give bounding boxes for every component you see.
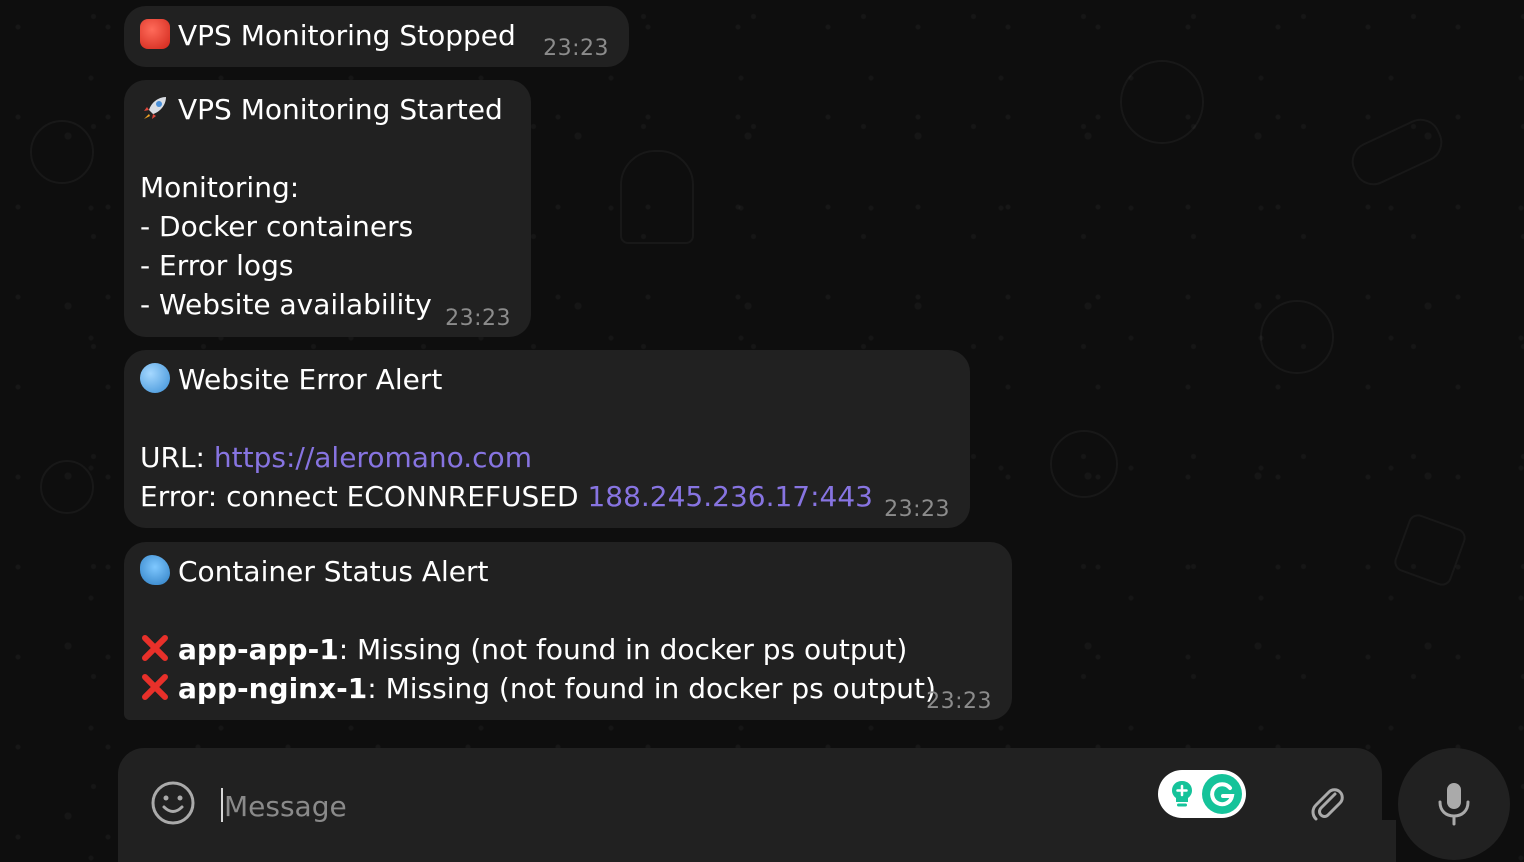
message-text: VPS Monitoring Stopped	[140, 16, 613, 55]
message-line: - Docker containers	[140, 210, 414, 243]
wallpaper-doodle	[1120, 60, 1204, 144]
message-title: Website Error Alert	[178, 363, 443, 396]
paperclip-icon	[1311, 788, 1344, 821]
smiley-icon	[151, 781, 195, 825]
globe-icon	[140, 363, 170, 393]
website-link[interactable]: https://aleromano.com	[214, 441, 532, 474]
voice-record-button[interactable]	[1398, 748, 1510, 860]
wallpaper-doodle	[1260, 300, 1334, 374]
wallpaper-doodle	[620, 150, 694, 244]
message-title: VPS Monitoring Started	[178, 93, 503, 126]
rocket-icon	[140, 93, 170, 123]
message-time: 23:23	[445, 306, 511, 331]
wallpaper-doodle	[40, 460, 94, 514]
chat-history[interactable]: VPS Monitoring Stopped 23:23 VPS Monitor…	[0, 0, 1524, 862]
cross-mark-icon	[140, 633, 170, 663]
microphone-icon	[1438, 783, 1470, 826]
wallpaper-doodle	[30, 120, 94, 184]
message-title: Container Status Alert	[178, 555, 489, 588]
wallpaper-doodle	[1345, 112, 1449, 192]
wallpaper-doodle	[1050, 430, 1118, 498]
message-time: 23:23	[543, 36, 609, 61]
message-bubble-container-status[interactable]: Container Status Alert app-app-1: Missin…	[124, 542, 1012, 720]
emoji-button[interactable]	[150, 780, 196, 826]
wallpaper-doodle	[1391, 511, 1469, 589]
message-title-line: VPS Monitoring Started	[140, 90, 515, 129]
message-bubble-monitoring-started[interactable]: VPS Monitoring Started Monitoring: - Doc…	[124, 80, 531, 337]
message-bubble-monitoring-stopped[interactable]: VPS Monitoring Stopped 23:23	[124, 6, 629, 67]
error-label: Error: connect ECONNREFUSED	[140, 480, 588, 513]
container-name: app-nginx-1	[178, 672, 368, 705]
message-line: - Error logs	[140, 249, 294, 282]
url-line: URL: https://aleromano.com	[140, 438, 954, 477]
container-status-item: app-nginx-1: Missing (not found in docke…	[140, 669, 996, 708]
attach-button[interactable]	[1304, 780, 1350, 826]
message-title-line: Website Error Alert	[140, 360, 954, 399]
message-title: VPS Monitoring Stopped	[178, 19, 516, 52]
message-time: 23:23	[926, 689, 992, 714]
container-status-item: app-app-1: Missing (not found in docker …	[140, 630, 996, 669]
url-label: URL:	[140, 441, 214, 474]
ip-address-link[interactable]: 188.245.236.17:443	[587, 480, 873, 513]
error-line: Error: connect ECONNREFUSED 188.245.236.…	[140, 477, 954, 516]
message-title-line: Container Status Alert	[140, 552, 996, 591]
cross-mark-icon	[140, 672, 170, 702]
whale-icon	[140, 555, 170, 585]
grammarly-widget[interactable]	[1158, 770, 1246, 818]
container-status: : Missing (not found in docker ps output…	[338, 633, 908, 666]
message-time: 23:23	[884, 497, 950, 522]
stop-sign-icon	[140, 19, 170, 49]
composer-tail	[1370, 820, 1396, 862]
container-name: app-app-1	[178, 633, 339, 666]
message-input[interactable]	[222, 780, 1126, 832]
container-status: : Missing (not found in docker ps output…	[367, 672, 936, 705]
message-line: Monitoring:	[140, 171, 300, 204]
message-bubble-website-error[interactable]: Website Error Alert URL: https://aleroma…	[124, 350, 970, 528]
grammarly-icon	[1202, 774, 1242, 814]
lightbulb-icon	[1172, 781, 1192, 807]
